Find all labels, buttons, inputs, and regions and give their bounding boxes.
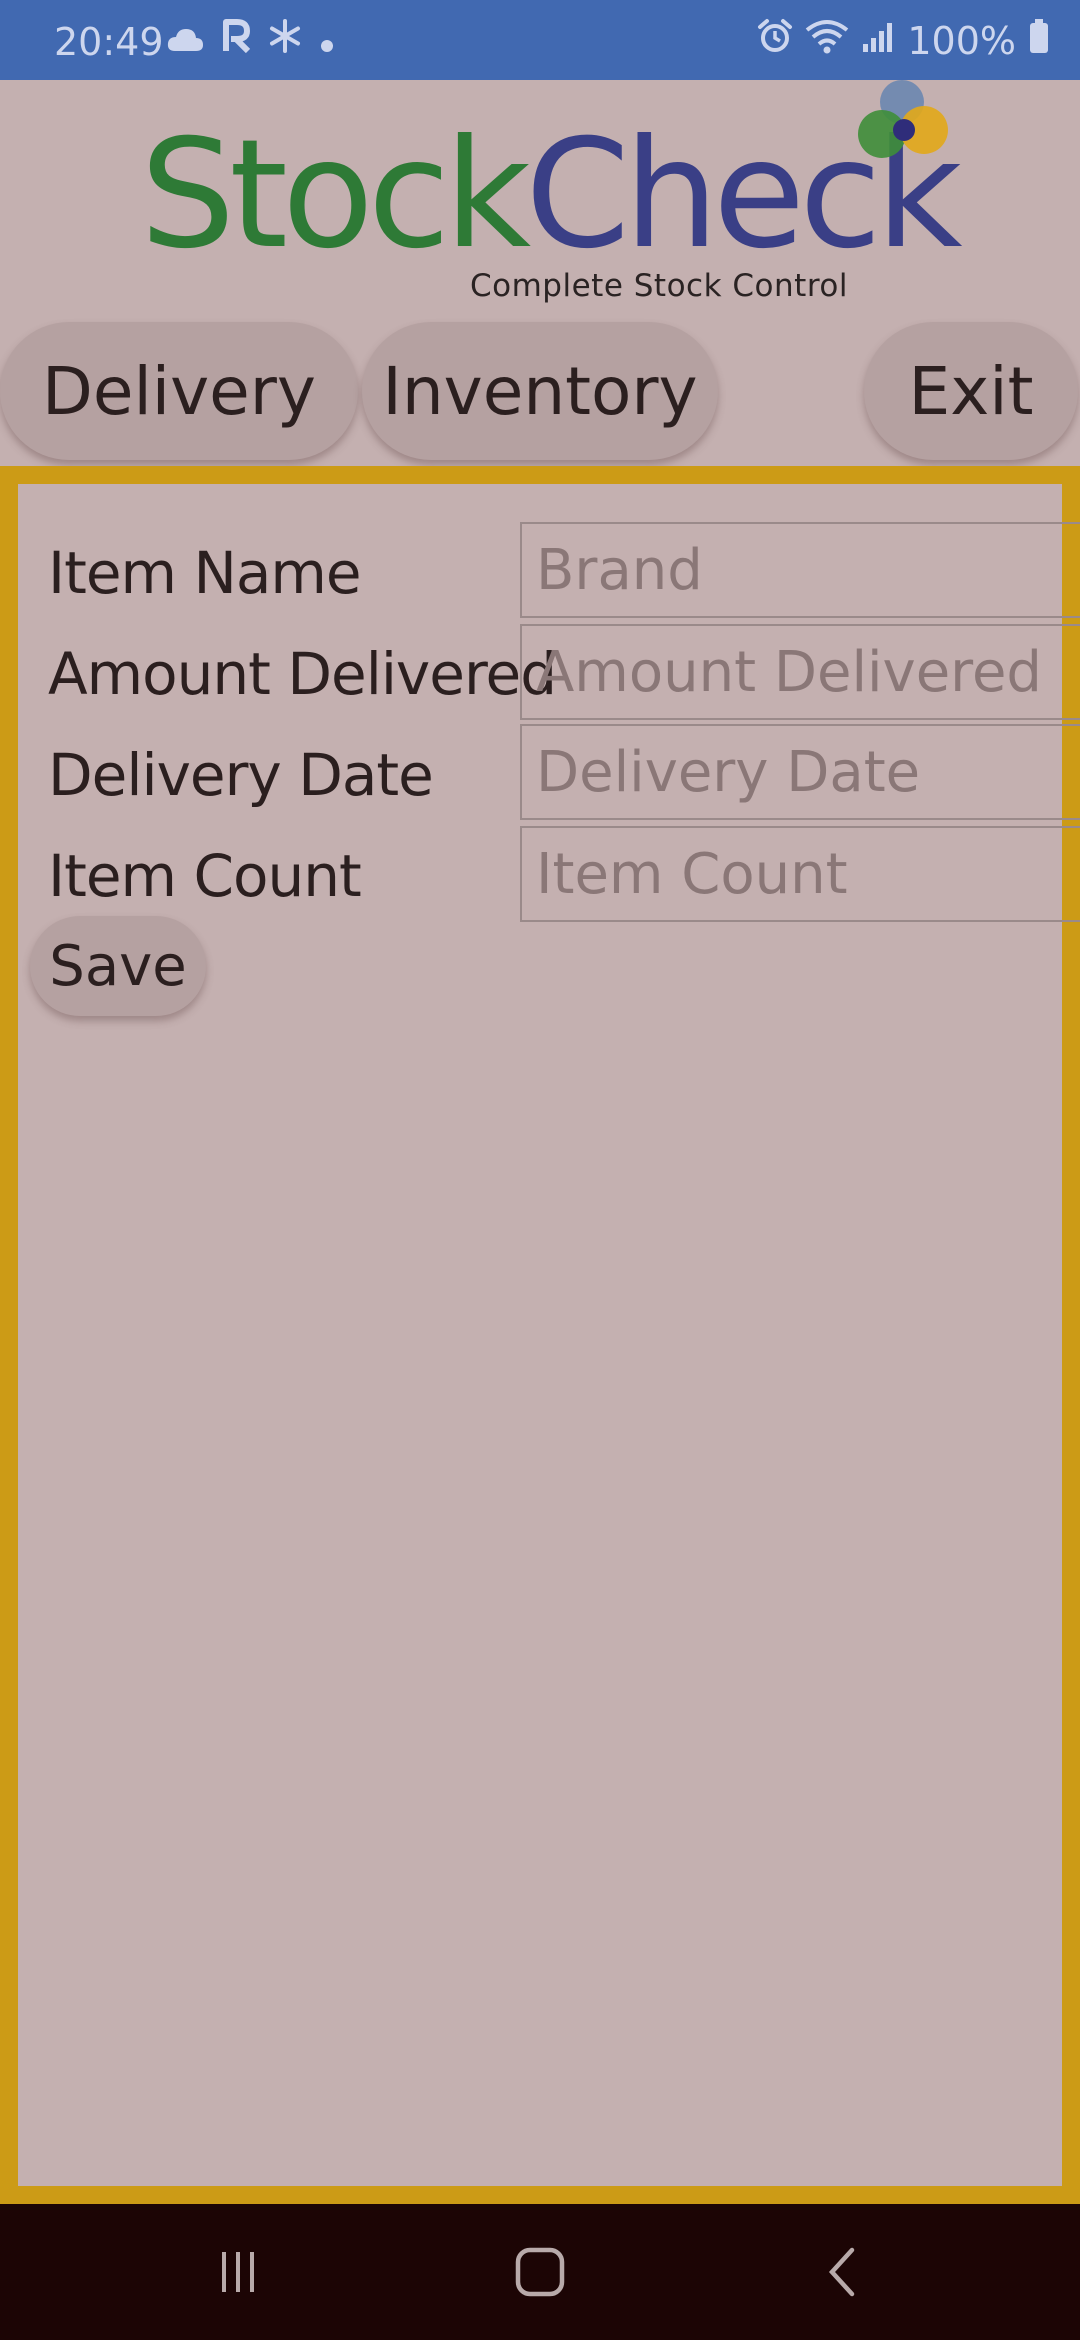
delivery-button[interactable]: Delivery bbox=[0, 322, 358, 460]
back-icon[interactable] bbox=[800, 2204, 884, 2340]
system-nav-bar bbox=[0, 2204, 1080, 2340]
amount-delivered-input[interactable] bbox=[520, 624, 1080, 720]
recent-apps-icon[interactable] bbox=[196, 2204, 280, 2340]
cloud-icon bbox=[166, 18, 204, 62]
battery-percent: 100% bbox=[907, 18, 1016, 63]
status-right: 100% bbox=[757, 18, 1050, 63]
delivery-form-panel: Item Name Amount Delivered Delivery Date… bbox=[0, 466, 1080, 2204]
item-count-input[interactable] bbox=[520, 826, 1080, 922]
home-icon[interactable] bbox=[498, 2204, 582, 2340]
wifi-icon bbox=[805, 18, 849, 63]
battery-icon bbox=[1028, 18, 1050, 63]
app-logo: StockCheck Complete Stock Control bbox=[130, 80, 980, 310]
item-name-input[interactable] bbox=[520, 522, 1080, 618]
delivery-date-label: Delivery Date bbox=[48, 741, 434, 809]
alarm-icon bbox=[757, 18, 793, 63]
item-count-label: Item Count bbox=[48, 842, 362, 910]
snowflake-icon bbox=[268, 18, 302, 62]
save-button[interactable]: Save bbox=[30, 916, 206, 1016]
inventory-button[interactable]: Inventory bbox=[362, 322, 718, 460]
amount-delivered-label: Amount Delivered bbox=[48, 640, 557, 708]
dot-icon bbox=[320, 18, 334, 62]
r-app-icon bbox=[222, 18, 251, 62]
logo-tagline: Complete Stock Control bbox=[470, 268, 848, 304]
status-time: 20:49 bbox=[54, 20, 164, 64]
logo-word-stock: Stock bbox=[140, 108, 531, 282]
logo-dots-icon bbox=[858, 80, 948, 158]
signal-icon bbox=[861, 19, 895, 63]
status-left-icons bbox=[166, 18, 334, 62]
item-name-label: Item Name bbox=[48, 539, 362, 607]
status-bar: 20:49 100% bbox=[0, 0, 1080, 80]
delivery-date-input[interactable] bbox=[520, 724, 1080, 820]
logo-wordmark: StockCheck bbox=[140, 120, 963, 270]
screen: 20:49 100% StockCheck Complete Stock Con… bbox=[0, 0, 1080, 2340]
exit-button[interactable]: Exit bbox=[864, 322, 1078, 460]
